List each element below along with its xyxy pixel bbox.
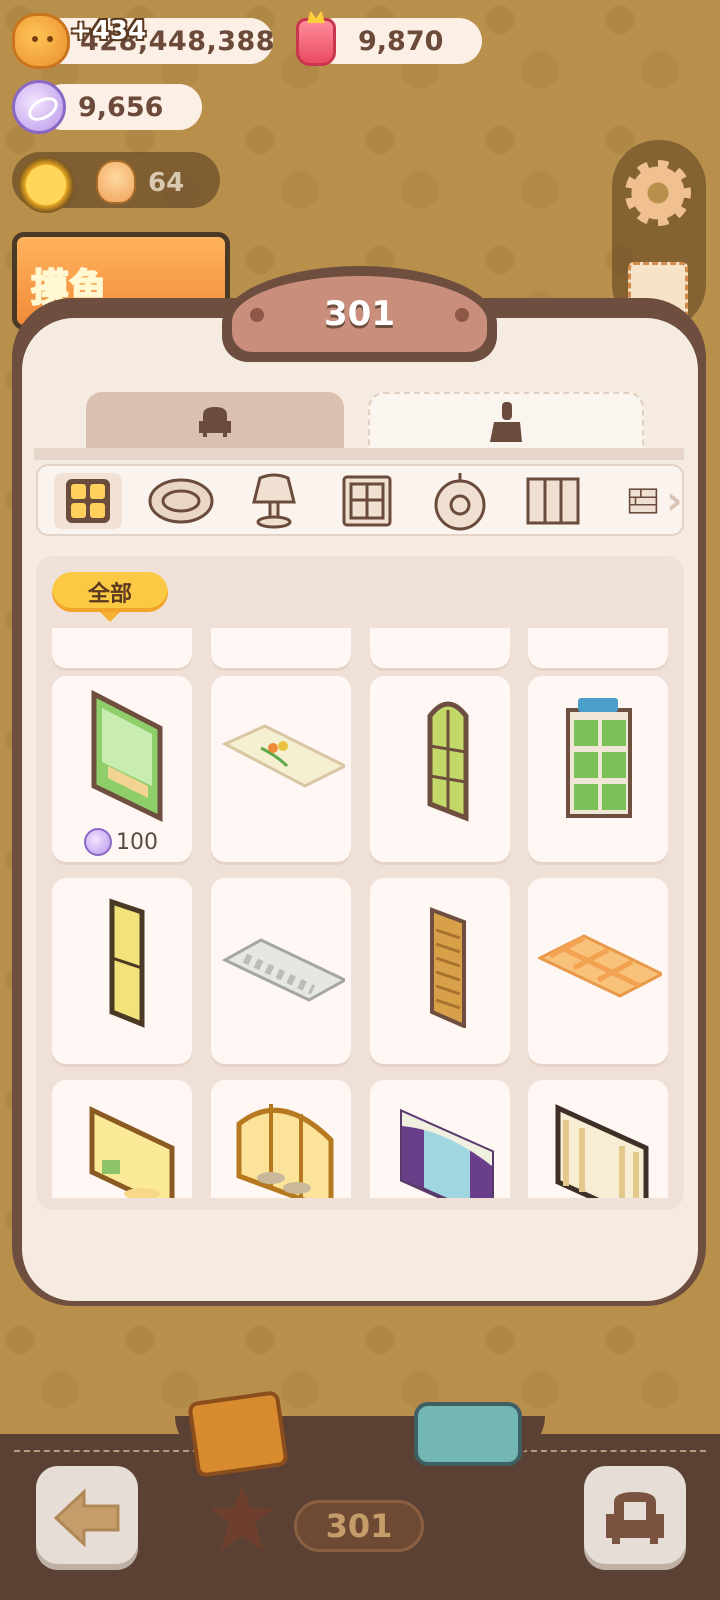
item-card[interactable] xyxy=(370,628,510,668)
item-price: 100 xyxy=(84,828,158,856)
lamp-icon xyxy=(252,473,296,529)
arrow-left-icon xyxy=(53,1488,120,1548)
item-card-arched-bay-window[interactable] xyxy=(211,1080,351,1198)
arched-bay-window-icon xyxy=(236,1104,334,1198)
candy-icon xyxy=(12,80,66,134)
curtain-window-icon xyxy=(400,1108,494,1198)
item-card-yellow-bay-window[interactable] xyxy=(52,1080,192,1198)
lace-curtain-icon xyxy=(555,1104,649,1198)
item-card-tulip-rug[interactable] xyxy=(211,676,351,862)
jam-amount: 9,870 xyxy=(358,25,444,57)
item-card-orange-plaid-rug[interactable] xyxy=(528,878,668,1064)
slim-window-icon xyxy=(109,898,145,1028)
bay-window-icon xyxy=(89,1106,175,1198)
sun-icon xyxy=(18,157,74,213)
forest-window-icon xyxy=(91,689,163,822)
cookie-coin-icon xyxy=(12,13,70,69)
room-number[interactable]: 301 xyxy=(294,1500,424,1552)
category-rug[interactable] xyxy=(147,473,215,529)
arched-window-icon xyxy=(427,701,469,822)
room-title: 301 xyxy=(324,294,395,334)
item-card[interactable] xyxy=(52,628,192,668)
category-wall[interactable] xyxy=(612,473,658,529)
folder-icon[interactable] xyxy=(187,1389,289,1479)
back-button[interactable] xyxy=(36,1466,138,1570)
sofa-icon xyxy=(606,1492,664,1544)
item-card-lace-curtain-window[interactable] xyxy=(528,1080,668,1198)
tab-decor[interactable] xyxy=(368,392,644,450)
gear-icon[interactable] xyxy=(625,160,691,226)
furniture-button[interactable] xyxy=(584,1466,686,1570)
broom-icon xyxy=(490,402,522,442)
coin-gain-popup: +434 xyxy=(70,16,147,46)
grid-icon xyxy=(66,479,110,523)
item-card[interactable] xyxy=(528,628,668,668)
category-all[interactable] xyxy=(54,473,122,529)
item-card-slim-window[interactable] xyxy=(52,878,192,1064)
tab-underline xyxy=(34,448,684,460)
category-lamp[interactable] xyxy=(240,473,308,529)
filter-all-badge[interactable]: 全部 xyxy=(52,572,168,622)
item-card-purple-curtain-window[interactable] xyxy=(370,1080,510,1198)
tab-furniture[interactable] xyxy=(86,392,344,450)
item-card-grey-pattern-rug[interactable] xyxy=(211,878,351,1064)
wall-clock-icon xyxy=(434,473,486,531)
tulip-rug-icon xyxy=(221,724,345,788)
item-card[interactable] xyxy=(211,628,351,668)
chick-avatar-icon xyxy=(96,160,136,204)
chevron-right-icon[interactable]: › xyxy=(666,478,682,524)
item-card-forest-window[interactable]: 100 xyxy=(52,676,192,862)
category-window[interactable] xyxy=(333,473,401,529)
candy-amount: 9,656 xyxy=(78,91,164,123)
category-wall-decor[interactable] xyxy=(426,473,494,531)
item-card-green-drawer-cabinet[interactable] xyxy=(528,676,668,862)
category-screen[interactable] xyxy=(519,473,587,529)
bolt-icon xyxy=(455,308,469,322)
item-price-value: 100 xyxy=(116,829,158,855)
candy-icon xyxy=(84,828,112,856)
armchair-icon xyxy=(199,407,231,437)
bolt-icon xyxy=(250,308,264,322)
jam-counter: 9,870 xyxy=(312,18,482,64)
item-card-arched-window[interactable] xyxy=(370,676,510,862)
brick-wall-icon xyxy=(628,488,658,514)
plaid-rug-icon xyxy=(538,934,662,998)
rug-icon xyxy=(148,478,214,524)
drawer-cabinet-icon xyxy=(566,698,632,818)
player-level: 64 xyxy=(148,168,185,198)
item-grid[interactable]: 100 xyxy=(44,628,676,1198)
screen-icon xyxy=(526,477,580,525)
camera-icon[interactable] xyxy=(414,1402,522,1466)
shutter-icon xyxy=(430,907,466,1028)
jam-jar-icon xyxy=(296,18,336,66)
grey-rug-icon xyxy=(221,938,345,1002)
window-icon xyxy=(342,475,392,527)
item-card-wooden-shutter[interactable] xyxy=(370,878,510,1064)
